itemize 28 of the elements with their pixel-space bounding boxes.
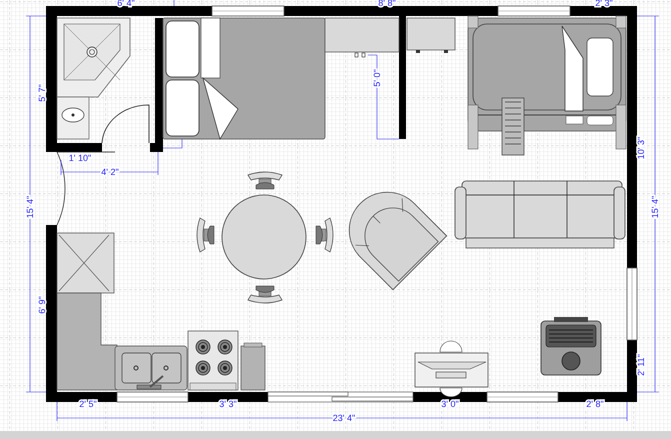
dimension-label: 1' 10" bbox=[68, 153, 92, 163]
sink-drawing bbox=[56, 96, 90, 140]
space-heater-drawing bbox=[540, 317, 602, 376]
dimension-label: 15' 4" bbox=[650, 196, 660, 218]
dimension-label: 15' 4" bbox=[25, 196, 35, 218]
dimension-label: 6' 9" bbox=[37, 296, 47, 314]
dimension-label: 2' 3" bbox=[595, 0, 613, 8]
dimension-label: 5' 7" bbox=[37, 84, 47, 102]
cabinet-drawing bbox=[240, 342, 266, 390]
dimension-label: 2' 8" bbox=[586, 399, 604, 409]
window bbox=[486, 392, 558, 402]
dimension-label: 5' 0" bbox=[372, 69, 382, 87]
dimension-label: 3' 3" bbox=[219, 399, 237, 409]
horizontal-scrollbar[interactable] bbox=[0, 431, 671, 439]
stove-drawing bbox=[188, 330, 238, 390]
dimension-label: 8' 8" bbox=[378, 0, 396, 8]
dimension-label: 23' 4" bbox=[332, 413, 356, 423]
door-swing bbox=[102, 104, 150, 144]
dresser-drawing bbox=[406, 18, 456, 53]
refrigerator-drawing bbox=[56, 232, 114, 294]
window bbox=[116, 392, 188, 402]
dimension-label: 2' 11" bbox=[636, 354, 646, 376]
dimension-line bbox=[162, 138, 182, 148]
dimension-label: 6' 4" bbox=[117, 0, 135, 8]
dimension-label: 2' 5" bbox=[79, 399, 97, 409]
dimension-label: 3' 0" bbox=[441, 399, 459, 409]
dimension-label: 4' 2" bbox=[101, 167, 119, 177]
dimension-label: 10' 3" bbox=[636, 136, 646, 160]
